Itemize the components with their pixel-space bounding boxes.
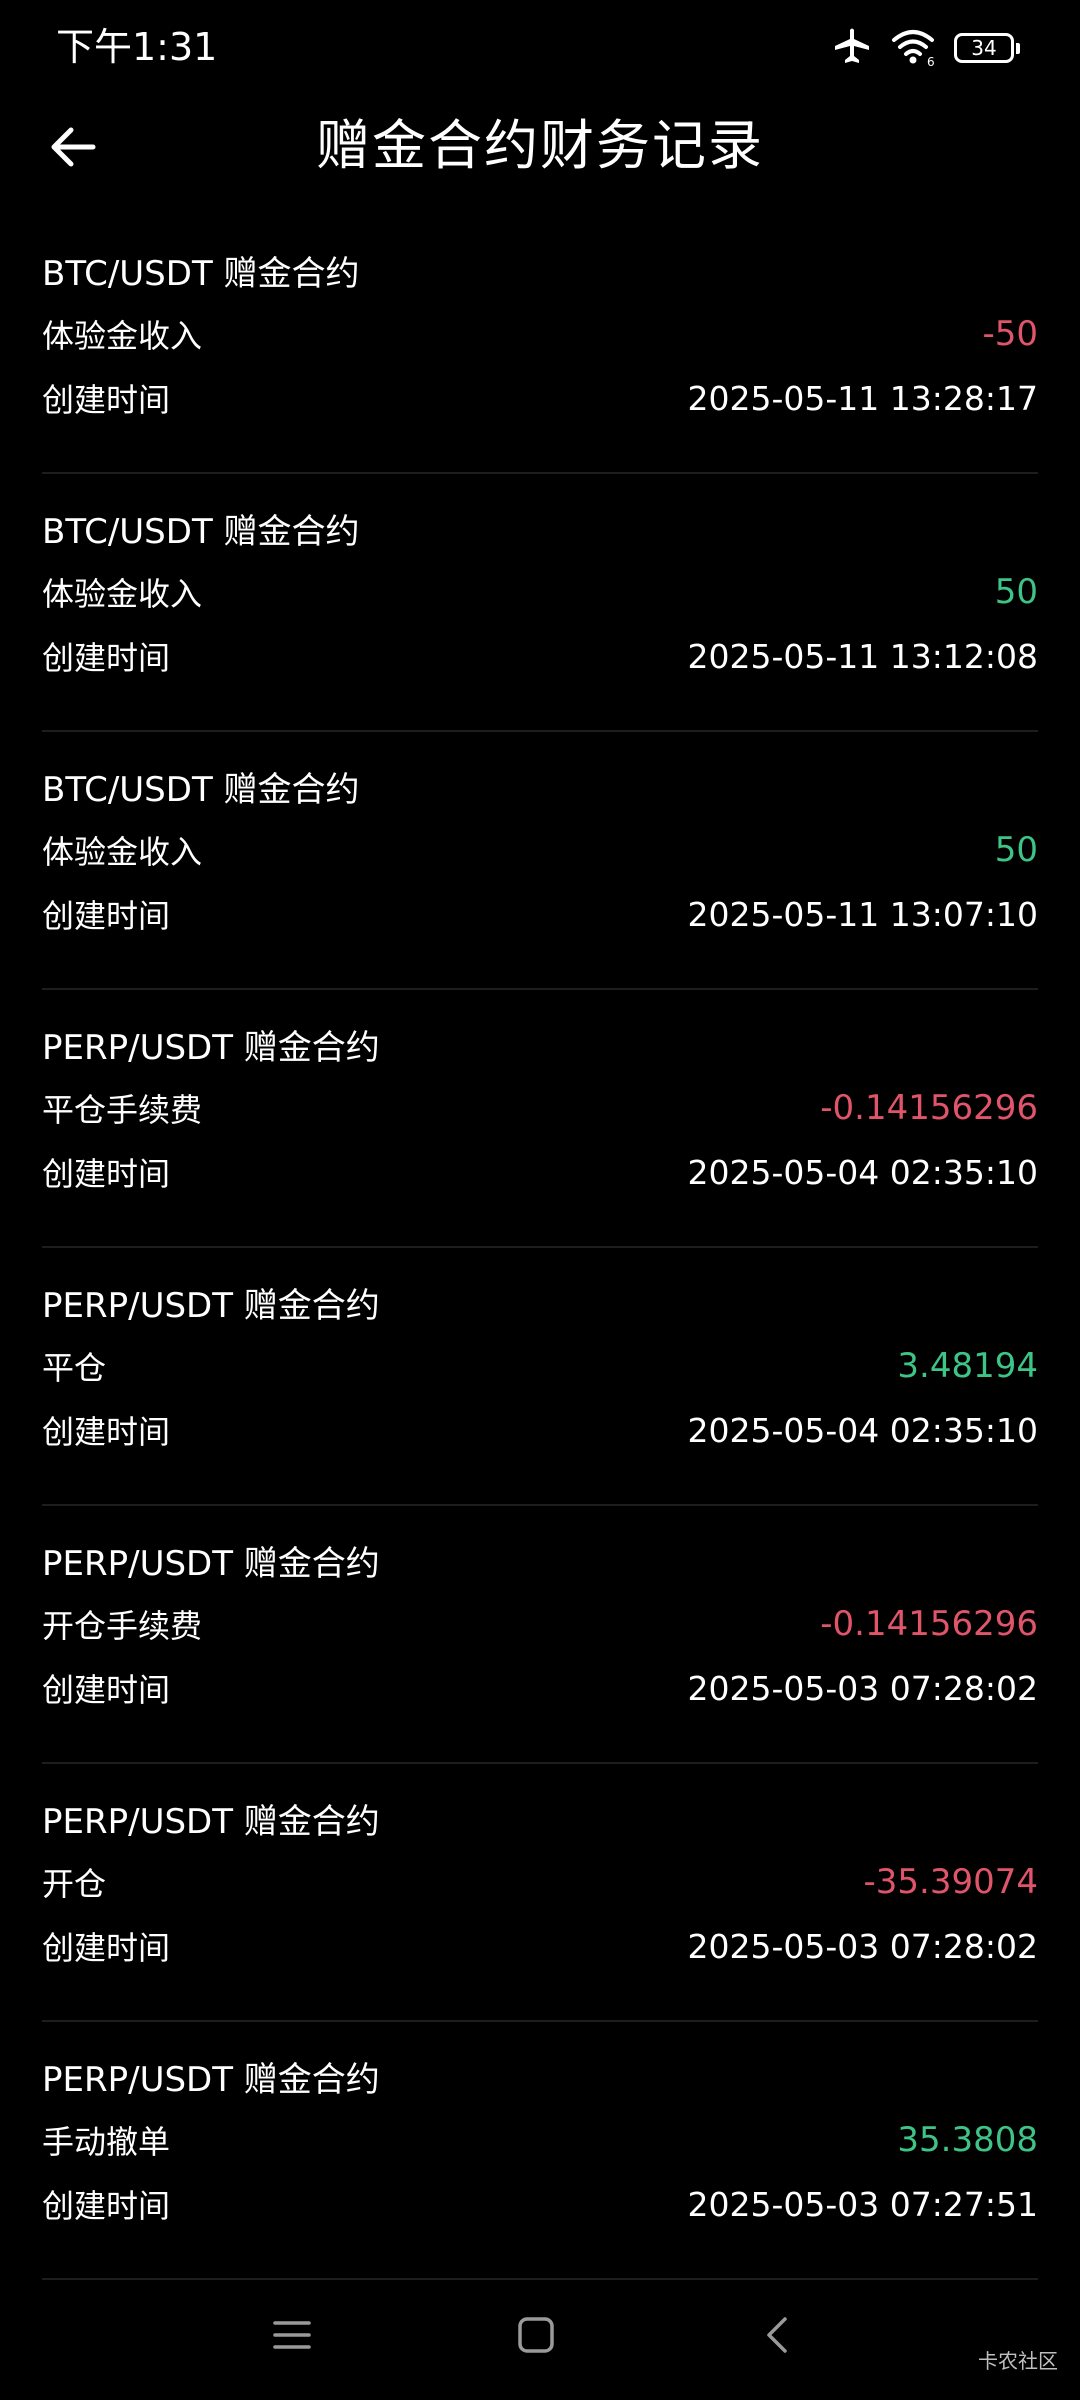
- battery-icon: 34: [954, 33, 1020, 63]
- record-type: 平仓: [42, 1349, 107, 1387]
- watermark: 卡农社区: [978, 2349, 1058, 2373]
- created-time-value: 2025-05-11 13:12:08: [687, 636, 1038, 676]
- created-time-value: 2025-05-11 13:28:17: [687, 378, 1038, 418]
- created-time-label: 创建时间: [42, 1929, 171, 1967]
- record-item[interactable]: BTC/USDT 赠金合约 体验金收入 -50 创建时间 2025-05-11 …: [42, 216, 1038, 474]
- records-list: BTC/USDT 赠金合约 体验金收入 -50 创建时间 2025-05-11 …: [42, 216, 1038, 2280]
- created-time-label: 创建时间: [42, 1413, 171, 1451]
- battery-level: 34: [971, 36, 997, 60]
- record-item[interactable]: PERP/USDT 赠金合约 手动撤单 35.3808 创建时间 2025-05…: [42, 2022, 1038, 2280]
- record-type: 开仓: [42, 1865, 107, 1903]
- back-icon: [767, 2317, 787, 2353]
- record-item[interactable]: PERP/USDT 赠金合约 平仓手续费 -0.14156296 创建时间 20…: [42, 990, 1038, 1248]
- created-time-value: 2025-05-03 07:27:51: [687, 2184, 1038, 2224]
- recent-apps-button[interactable]: [232, 2270, 352, 2400]
- created-time-label: 创建时间: [42, 2187, 171, 2225]
- record-item[interactable]: BTC/USDT 赠金合约 体验金收入 50 创建时间 2025-05-11 1…: [42, 732, 1038, 990]
- status-time: 下午1:31: [56, 25, 218, 69]
- record-pair: PERP/USDT 赠金合约: [42, 1285, 380, 1326]
- created-time-label: 创建时间: [42, 1671, 171, 1709]
- record-amount: -35.39074: [863, 1862, 1039, 1902]
- created-time-label: 创建时间: [42, 1155, 171, 1193]
- created-time-label: 创建时间: [42, 639, 171, 677]
- created-time-label: 创建时间: [42, 897, 171, 935]
- record-pair: BTC/USDT 赠金合约: [42, 511, 360, 552]
- record-pair: PERP/USDT 赠金合约: [42, 1543, 380, 1584]
- system-back-button[interactable]: [718, 2270, 838, 2400]
- record-amount: 50: [994, 572, 1038, 612]
- created-time-value: 2025-05-04 02:35:10: [687, 1410, 1038, 1450]
- airplane-icon: [832, 26, 872, 70]
- home-icon: [518, 2317, 554, 2353]
- record-type: 体验金收入: [42, 575, 203, 613]
- home-button[interactable]: [476, 2270, 596, 2400]
- record-type: 开仓手续费: [42, 1607, 203, 1645]
- record-pair: PERP/USDT 赠金合约: [42, 1027, 380, 1068]
- status-bar: 下午1:31 6 34: [0, 0, 1080, 96]
- record-pair: BTC/USDT 赠金合约: [42, 769, 360, 810]
- record-amount: -50: [982, 314, 1038, 354]
- created-time-value: 2025-05-04 02:35:10: [687, 1152, 1038, 1192]
- record-amount: -0.14156296: [820, 1604, 1038, 1644]
- record-type: 体验金收入: [42, 317, 203, 355]
- record-item[interactable]: PERP/USDT 赠金合约 开仓手续费 -0.14156296 创建时间 20…: [42, 1506, 1038, 1764]
- created-time-label: 创建时间: [42, 381, 171, 419]
- record-amount: 35.3808: [897, 2120, 1038, 2160]
- navigation-bar: 卡农社区: [0, 2270, 1080, 2400]
- record-type: 平仓手续费: [42, 1091, 203, 1129]
- page-title: 赠金合约财务记录: [316, 114, 764, 177]
- record-item[interactable]: PERP/USDT 赠金合约 开仓 -35.39074 创建时间 2025-05…: [42, 1764, 1038, 2022]
- svg-text:6: 6: [927, 55, 935, 66]
- created-time-value: 2025-05-03 07:28:02: [687, 1668, 1038, 1708]
- record-pair: BTC/USDT 赠金合约: [42, 253, 360, 294]
- record-amount: 3.48194: [897, 1346, 1038, 1386]
- record-item[interactable]: BTC/USDT 赠金合约 体验金收入 50 创建时间 2025-05-11 1…: [42, 474, 1038, 732]
- status-icons: 6 34: [832, 26, 1020, 70]
- created-time-value: 2025-05-11 13:07:10: [687, 894, 1038, 934]
- record-pair: PERP/USDT 赠金合约: [42, 1801, 380, 1842]
- wifi-icon: 6: [890, 26, 936, 70]
- created-time-value: 2025-05-03 07:28:02: [687, 1926, 1038, 1966]
- menu-icon: [273, 2321, 311, 2349]
- record-type: 手动撤单: [42, 2123, 171, 2161]
- record-amount: -0.14156296: [820, 1088, 1038, 1128]
- record-item[interactable]: PERP/USDT 赠金合约 平仓 3.48194 创建时间 2025-05-0…: [42, 1248, 1038, 1506]
- record-pair: PERP/USDT 赠金合约: [42, 2059, 380, 2100]
- record-type: 体验金收入: [42, 833, 203, 871]
- record-amount: 50: [994, 830, 1038, 870]
